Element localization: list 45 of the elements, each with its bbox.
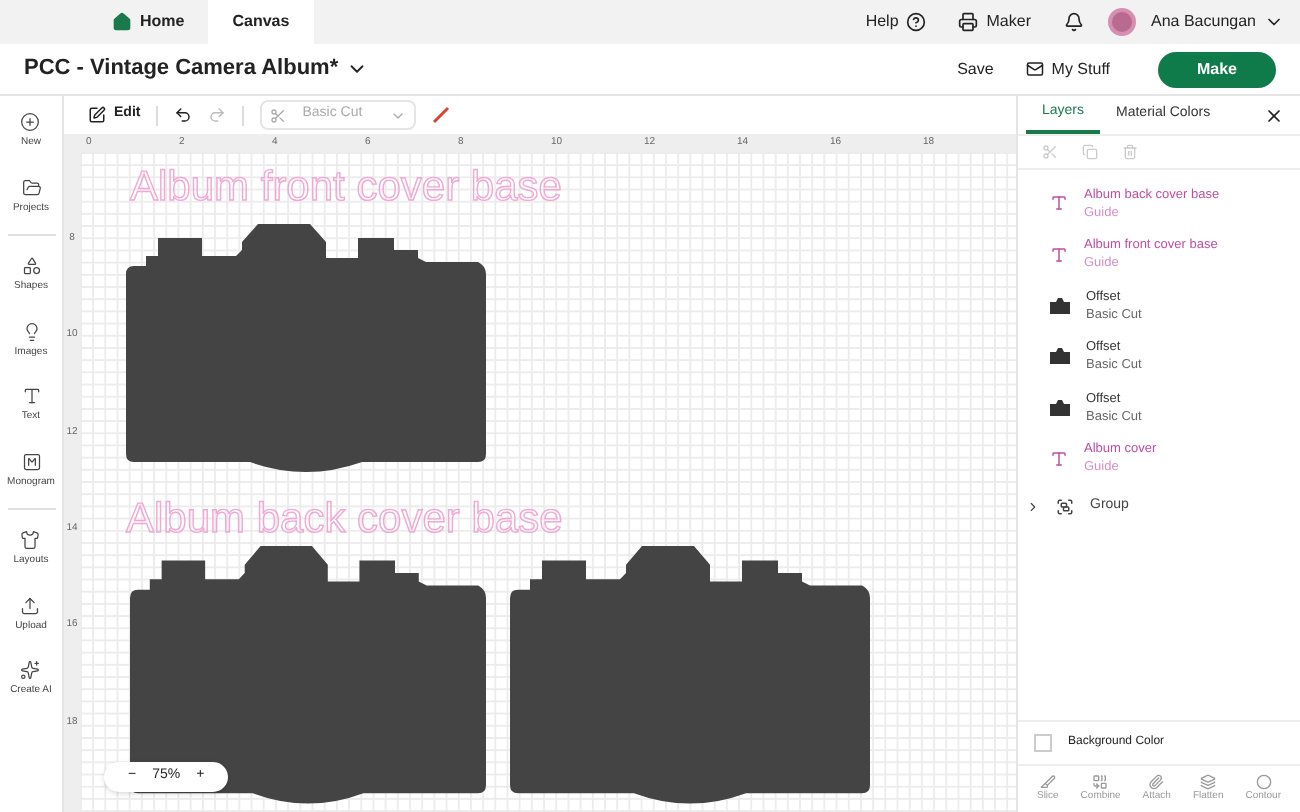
close-icon[interactable]	[1264, 105, 1284, 125]
lightbulb-icon	[21, 321, 41, 341]
monogram-icon	[21, 451, 41, 471]
top-tab[interactable]: Home	[88, 0, 209, 44]
help-icon	[906, 12, 927, 32]
sparkles-icon	[20, 660, 41, 680]
save-button[interactable]: Save	[957, 57, 994, 81]
home-icon	[112, 12, 132, 32]
machine-button[interactable]: Maker	[958, 10, 1031, 34]
scissors-icon	[270, 107, 287, 123]
combine-icon	[1092, 773, 1109, 790]
printer-icon	[958, 12, 979, 32]
upload-icon	[20, 595, 41, 615]
slice-icon	[1039, 773, 1056, 790]
chevron-right-icon	[1026, 499, 1040, 513]
mail-icon	[1025, 60, 1044, 78]
project-title[interactable]: PCC - Vintage Camera Album*	[24, 52, 369, 86]
make-button[interactable]: Make	[1158, 51, 1276, 87]
canvas-text: Album front cover base	[130, 162, 562, 214]
canvas-text: Album back cover base	[126, 494, 563, 546]
text-layer-icon	[1050, 245, 1068, 264]
text-layer-icon	[1050, 194, 1068, 213]
camera-layer-icon	[1050, 297, 1070, 314]
camera-layer-icon	[1050, 399, 1070, 416]
attach-icon	[1148, 773, 1165, 790]
folder-icon	[21, 177, 41, 197]
plus-circle-icon	[20, 112, 41, 132]
shapes-icon	[21, 256, 41, 276]
background-checkbox[interactable]	[1034, 734, 1052, 752]
undo-icon[interactable]	[174, 106, 193, 124]
camera-layer-icon	[1050, 348, 1070, 365]
circle-icon	[1255, 773, 1272, 790]
layers-icon	[1200, 773, 1217, 790]
user-menu[interactable]: Ana Bacungan	[1151, 10, 1284, 34]
bell-icon[interactable]	[1063, 12, 1083, 32]
top-tab[interactable]: Canvas	[208, 0, 314, 44]
text-icon	[21, 386, 41, 406]
line-color-icon[interactable]	[432, 106, 451, 124]
shirt-icon	[20, 530, 41, 550]
text-layer-icon	[1050, 449, 1068, 468]
my-stuff-button[interactable]: My Stuff	[1025, 57, 1110, 81]
help-button[interactable]: Help	[865, 10, 927, 34]
avatar[interactable]	[1107, 8, 1135, 36]
edit-icon	[88, 106, 106, 124]
group-icon	[1056, 497, 1074, 515]
